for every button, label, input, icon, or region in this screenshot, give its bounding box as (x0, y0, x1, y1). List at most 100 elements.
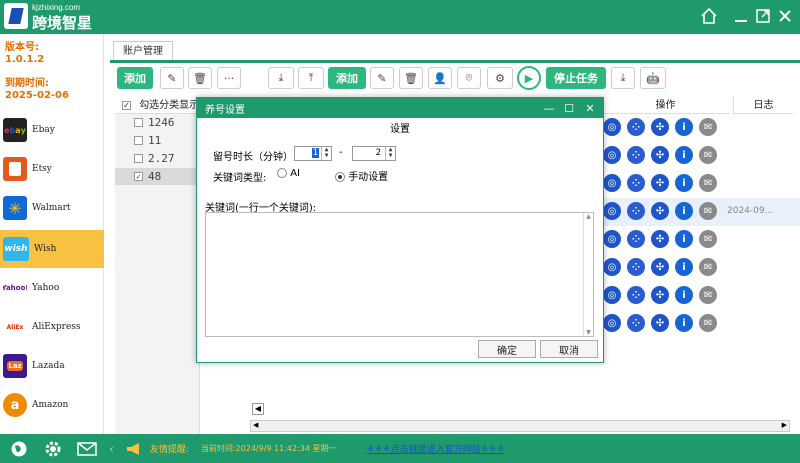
radio-ai-button[interactable] (277, 168, 287, 178)
spin-arrows[interactable]: ▲ ▼ (385, 147, 395, 160)
wheel-icon[interactable]: ✣ (651, 230, 669, 248)
official-site-link[interactable]: ⚘⚘⚘点击链接进入官方网站⚘⚘⚘ (367, 442, 505, 455)
settings-button[interactable]: ⚙ (487, 67, 513, 89)
category-checkbox[interactable] (134, 154, 143, 163)
scroll-left-button[interactable]: ◀ (252, 403, 264, 415)
info-icon[interactable]: i (675, 202, 693, 220)
textarea-scrollbar[interactable]: ▲ ▼ (583, 213, 593, 336)
sidebar-item-yahoo[interactable]: Yahoo! Yahoo (0, 269, 104, 307)
download-button[interactable]: ⤓ (611, 67, 635, 89)
radio-manual-button[interactable] (335, 172, 345, 182)
wheel-icon[interactable]: ✣ (651, 314, 669, 332)
chrome-icon[interactable]: ◎ (603, 286, 621, 304)
mail-icon[interactable] (77, 439, 97, 459)
location-button[interactable]: ⌾ (457, 67, 481, 89)
wheel-icon[interactable]: ✣ (651, 286, 669, 304)
dialog-minimize-icon[interactable]: — (541, 100, 557, 116)
info-icon[interactable]: i (675, 258, 693, 276)
chrome-icon[interactable]: ◎ (603, 202, 621, 220)
sidebar-item-wish[interactable]: wish Wish (0, 230, 104, 268)
cancel-button[interactable]: 取消 (540, 340, 598, 358)
sidebar-item-ebay[interactable]: ebay Ebay (0, 111, 104, 149)
cookie-icon[interactable]: ⁘ (627, 314, 645, 332)
minimize-icon[interactable] (730, 5, 752, 27)
tab-account-management[interactable]: 账户管理 (113, 41, 173, 61)
cookie-icon[interactable]: ⁘ (627, 230, 645, 248)
radio-ai[interactable]: AI (277, 168, 300, 179)
dialog-maximize-icon[interactable]: ☐ (561, 100, 577, 116)
scroll-right-arrow[interactable]: ▶ (782, 421, 787, 429)
more-button[interactable]: ··· (217, 67, 241, 89)
cookie-icon[interactable]: ⁘ (627, 174, 645, 192)
cookie-icon[interactable]: ⁘ (627, 202, 645, 220)
start-button[interactable]: ▶ (517, 66, 541, 90)
home-icon[interactable] (698, 5, 720, 27)
keywords-textarea[interactable]: ▲ ▼ (205, 212, 594, 337)
spin-arrows[interactable]: ▲ ▼ (321, 147, 331, 160)
cookie-icon[interactable]: ⁘ (627, 258, 645, 276)
mail-icon[interactable]: ✉ (699, 146, 717, 164)
info-icon[interactable]: i (675, 230, 693, 248)
android-button[interactable]: 🤖 (640, 67, 666, 89)
chrome-icon[interactable]: ◎ (603, 118, 621, 136)
duration-max-input[interactable]: 2 ▲ ▼ (352, 146, 396, 161)
export-button[interactable]: ⤒ (298, 67, 324, 89)
category-checkbox[interactable] (134, 136, 143, 145)
category-item[interactable]: 11 (115, 132, 200, 149)
scroll-left-arrow[interactable]: ◀ (253, 421, 258, 429)
chevron-left-icon[interactable]: ‹ (109, 442, 114, 456)
info-icon[interactable]: i (675, 174, 693, 192)
edit-account-button[interactable]: ✎ (370, 67, 394, 89)
gear-icon[interactable] (43, 439, 63, 459)
maximize-icon[interactable] (752, 5, 774, 27)
info-icon[interactable]: i (675, 314, 693, 332)
mail-icon[interactable]: ✉ (699, 230, 717, 248)
dialog-close-icon[interactable]: ✕ (582, 100, 598, 116)
cookie-icon[interactable]: ⁘ (627, 286, 645, 304)
horizontal-scrollbar[interactable]: ◀ ▶ (250, 420, 790, 432)
globe-icon[interactable] (9, 439, 29, 459)
mail-icon[interactable]: ✉ (699, 258, 717, 276)
wheel-icon[interactable]: ✣ (651, 174, 669, 192)
mail-icon[interactable]: ✉ (699, 202, 717, 220)
info-icon[interactable]: i (675, 146, 693, 164)
chrome-icon[interactable]: ◎ (603, 314, 621, 332)
wheel-icon[interactable]: ✣ (651, 202, 669, 220)
category-checkbox[interactable]: ✓ (134, 172, 143, 181)
user-settings-button[interactable]: 👤 (428, 67, 452, 89)
close-icon[interactable] (774, 5, 796, 27)
chrome-icon[interactable]: ◎ (603, 258, 621, 276)
category-item[interactable]: 1246 (115, 114, 200, 131)
radio-manual[interactable]: 手动设置 (335, 168, 388, 183)
category-item[interactable]: ✓ 48 (115, 168, 200, 185)
chrome-icon[interactable]: ◎ (603, 230, 621, 248)
sidebar-item-etsy[interactable]: Etsy (0, 150, 104, 188)
mail-icon[interactable]: ✉ (699, 314, 717, 332)
mail-icon[interactable]: ✉ (699, 286, 717, 304)
cookie-icon[interactable]: ⁘ (627, 118, 645, 136)
chrome-icon[interactable]: ◎ (603, 146, 621, 164)
add-account-button[interactable]: 添加 (328, 67, 366, 89)
wheel-icon[interactable]: ✣ (651, 146, 669, 164)
import-button[interactable]: ⤓ (268, 67, 294, 89)
wheel-icon[interactable]: ✣ (651, 258, 669, 276)
mail-icon[interactable]: ✉ (699, 118, 717, 136)
delete-category-button[interactable]: 🗑 (188, 67, 212, 89)
edit-category-button[interactable]: ✎ (160, 67, 184, 89)
sidebar-item-aliexpress[interactable]: AliEx AliExpress (0, 308, 104, 346)
sidebar-item-amazon[interactable]: a Amazon (0, 386, 104, 424)
ok-button[interactable]: 确定 (478, 340, 536, 358)
wheel-icon[interactable]: ✣ (651, 118, 669, 136)
cookie-icon[interactable]: ⁘ (627, 146, 645, 164)
stop-task-button[interactable]: 停止任务 (546, 67, 606, 89)
duration-min-input[interactable]: 1 ▲ ▼ (294, 146, 332, 161)
mail-icon[interactable]: ✉ (699, 174, 717, 192)
sidebar-item-walmart[interactable]: ✳ Walmart (0, 189, 104, 227)
delete-account-button[interactable]: 🗑 (399, 67, 423, 89)
select-all-checkbox[interactable]: ✓ (122, 100, 131, 110)
chrome-icon[interactable]: ◎ (603, 174, 621, 192)
category-item[interactable]: 2.27 (115, 150, 200, 167)
category-checkbox[interactable] (134, 118, 143, 127)
add-category-button[interactable]: 添加 (117, 67, 153, 89)
info-icon[interactable]: i (675, 118, 693, 136)
